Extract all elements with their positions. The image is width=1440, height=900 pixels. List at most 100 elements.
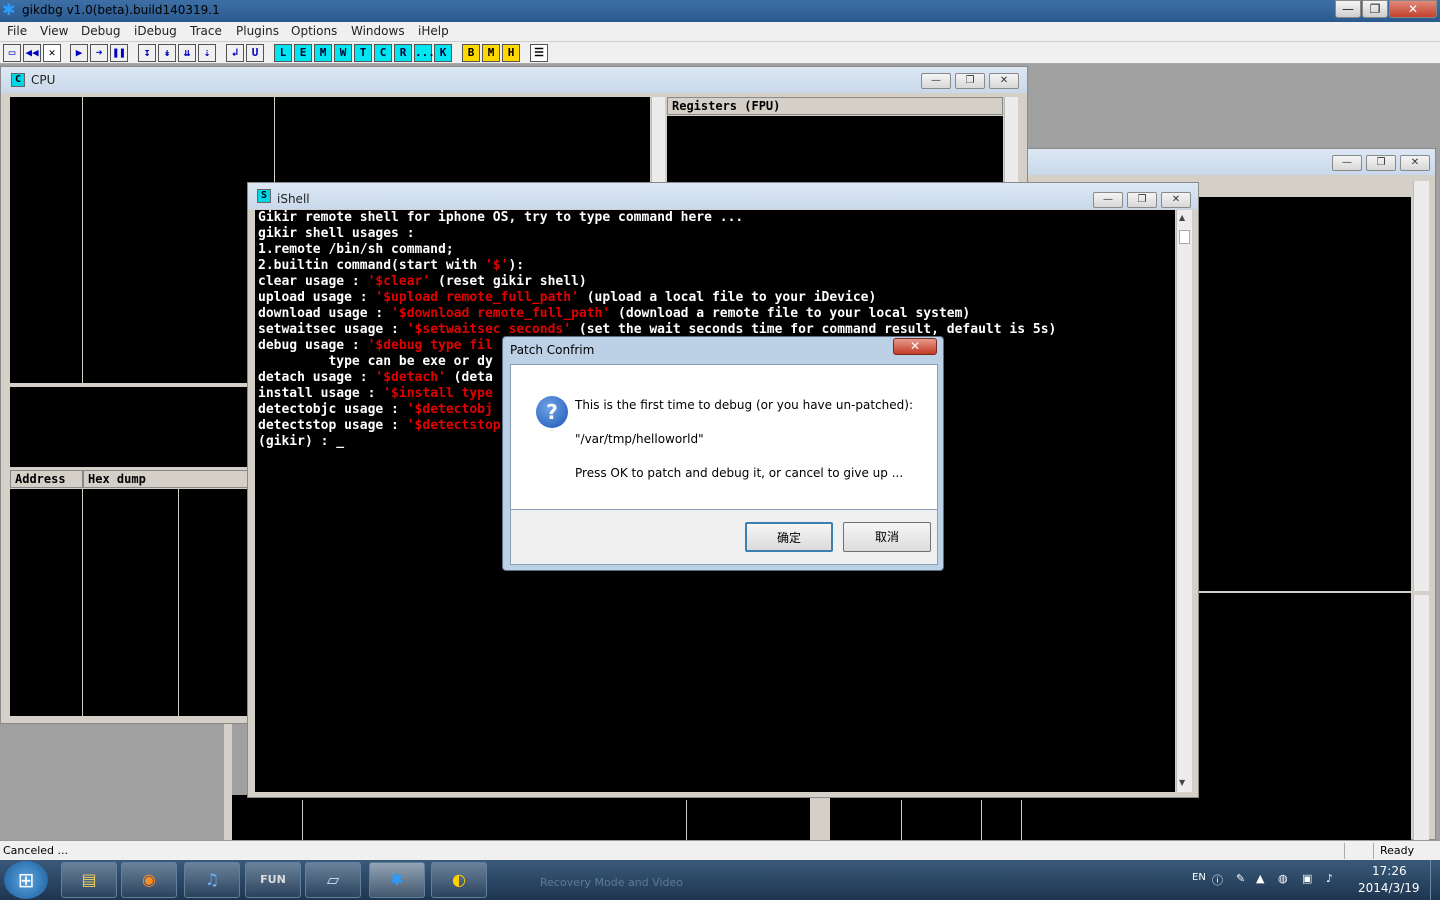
shell-scrollbar[interactable]: ▲ ▼ (1176, 210, 1192, 792)
close-button[interactable]: ✕ (1389, 0, 1437, 18)
column-divider (901, 800, 902, 840)
shell-text-segment: gikir shell usages : (258, 226, 415, 241)
shell-text-segment: Gikir remote shell for iphone OS, try to… (258, 210, 744, 225)
step-into-icon[interactable]: ↧ (138, 44, 156, 62)
step-over-icon[interactable]: ↡ (158, 44, 176, 62)
menu-windows[interactable]: Windows (351, 24, 405, 38)
ishell-maximize-button[interactable]: ❐ (1127, 192, 1157, 208)
ok-button[interactable]: 确定 (745, 522, 833, 552)
show-hidden-icons[interactable]: ▲ (1256, 872, 1264, 885)
run-to-icon[interactable]: ➜ (90, 44, 108, 62)
show-desktop-button[interactable] (1430, 860, 1440, 900)
menu-view[interactable]: View (40, 24, 68, 38)
bg-close-button[interactable]: ✕ (1400, 155, 1430, 171)
toolbar-window-m2[interactable]: M (482, 44, 500, 62)
toolbar: ▭ ◀◀ ✕ ▶ ➜ ❚❚ ↧ ↡ ⇊ ⇣ ↲ U L E M W T C R … (0, 42, 1440, 64)
execute-till-return-icon[interactable]: ↲ (226, 44, 244, 62)
itunes-icon[interactable]: ♫ (184, 862, 240, 898)
dump-pane[interactable] (10, 489, 250, 716)
ishell-close-button[interactable]: ✕ (1161, 192, 1191, 208)
menu-file[interactable]: File (7, 24, 27, 38)
network-icon[interactable]: ▣ (1302, 872, 1312, 885)
user-code-icon[interactable]: U (246, 44, 264, 62)
shell-command-token: '$install type (383, 386, 493, 401)
bg-minimize-button[interactable]: — (1332, 155, 1362, 171)
status-ready: Ready (1380, 844, 1415, 857)
taskbar-ghost-text: Recovery Mode and Video (540, 876, 683, 889)
toolbar-window-h[interactable]: H (502, 44, 520, 62)
cpu-maximize-button[interactable]: ❐ (955, 73, 985, 89)
clock-time[interactable]: 17:26 (1372, 864, 1407, 878)
scroll-up-icon[interactable]: ▲ (1179, 213, 1185, 222)
maximize-button[interactable]: ❐ (1362, 0, 1388, 18)
column-divider (302, 800, 303, 840)
toolbar-window-w[interactable]: W (334, 44, 352, 62)
cpu-close-button[interactable]: ✕ (989, 73, 1019, 89)
ime-icon[interactable]: ✎ (1236, 872, 1245, 885)
language-indicator[interactable]: EN (1192, 872, 1206, 883)
menu-bar: File View Debug iDebug Trace Plugins Opt… (0, 22, 1440, 42)
shell-text-segment: (deta (445, 370, 493, 385)
trace-over-icon[interactable]: ⇣ (198, 44, 216, 62)
ishell-minimize-button[interactable]: — (1093, 192, 1123, 208)
clock-date[interactable]: 2014/3/19 (1358, 881, 1420, 895)
toolbar-window-more[interactable]: ... (414, 44, 435, 62)
bg-maximize-button[interactable]: ❐ (1366, 155, 1396, 171)
toolbar-window-t[interactable]: T (354, 44, 372, 62)
menu-trace[interactable]: Trace (190, 24, 222, 38)
scroll-down-icon[interactable]: ▼ (1179, 778, 1185, 787)
toolbar-window-m[interactable]: M (314, 44, 332, 62)
dialog-close-button[interactable]: ✕ (893, 338, 937, 355)
toolbar-window-c[interactable]: C (374, 44, 392, 62)
terminate-icon[interactable]: ✕ (43, 44, 61, 62)
cancel-button[interactable]: 取消 (843, 522, 931, 552)
ishell-titlebar (248, 183, 1198, 209)
menu-debug[interactable]: Debug (81, 24, 120, 38)
menu-ihelp[interactable]: iHelp (418, 24, 449, 38)
column-divider (178, 489, 179, 716)
dialog-message-path: "/var/tmp/helloworld" (575, 432, 704, 446)
shell-text-segment: upload usage : (258, 290, 376, 305)
trace-into-icon[interactable]: ⇊ (178, 44, 196, 62)
open-icon[interactable]: ▭ (3, 44, 21, 62)
taskbar: ⊞ ▤ ◉ ♫ FUN ▱ ✱ ◐ Recovery Mode and Vide… (0, 860, 1440, 900)
help-icon[interactable]: ⓘ (1212, 872, 1223, 888)
shell-command-token: '$download remote_full_path' (391, 306, 611, 321)
fun-icon[interactable]: FUN (245, 862, 301, 898)
toolbar-window-e[interactable]: E (294, 44, 312, 62)
gikdbg-icon[interactable]: ✱ (369, 862, 425, 898)
firefox-icon[interactable]: ◉ (121, 862, 177, 898)
start-button[interactable]: ⊞ (4, 861, 48, 899)
info-pane (10, 387, 250, 467)
minimize-button[interactable]: — (1335, 0, 1361, 18)
bg-scrollbar-top[interactable] (1413, 181, 1429, 591)
toolbar-window-l[interactable]: L (274, 44, 292, 62)
toolbar-window-k[interactable]: K (434, 44, 452, 62)
menu-plugins[interactable]: Plugins (236, 24, 279, 38)
scroll-thumb[interactable] (1179, 230, 1190, 244)
toolbar-window-b[interactable]: B (462, 44, 480, 62)
shell-line: 2.builtin command(start with '$'): (258, 258, 1056, 274)
shell-text-segment: download usage : (258, 306, 392, 321)
cpu-badge: C (11, 73, 25, 87)
pause-icon[interactable]: ❚❚ (110, 44, 128, 62)
list-icon[interactable]: ☰ (530, 44, 548, 62)
bg-scrollbar-bottom[interactable] (1413, 595, 1429, 841)
menu-options[interactable]: Options (291, 24, 337, 38)
shell-command-token: '$' (484, 258, 509, 273)
toolbar-window-r[interactable]: R (394, 44, 412, 62)
ultraedit-icon[interactable]: ◐ (431, 862, 487, 898)
tray-app-icon[interactable]: ◍ (1278, 872, 1288, 885)
shell-text-segment: detectstop usage : (258, 418, 407, 433)
menu-idebug[interactable]: iDebug (134, 24, 177, 38)
splitter (810, 795, 830, 840)
explorer-icon[interactable]: ▤ (61, 862, 117, 898)
volume-icon[interactable]: ♪ (1326, 872, 1333, 885)
run-icon[interactable]: ▶ (70, 44, 88, 62)
cpu-minimize-button[interactable]: — (921, 73, 951, 89)
notepad-icon[interactable]: ▱ (305, 862, 361, 898)
restart-icon[interactable]: ◀◀ (23, 44, 41, 62)
column-divider (981, 800, 982, 840)
ishell-title: iShell (277, 192, 310, 206)
shell-line: Gikir remote shell for iphone OS, try to… (258, 210, 1056, 226)
